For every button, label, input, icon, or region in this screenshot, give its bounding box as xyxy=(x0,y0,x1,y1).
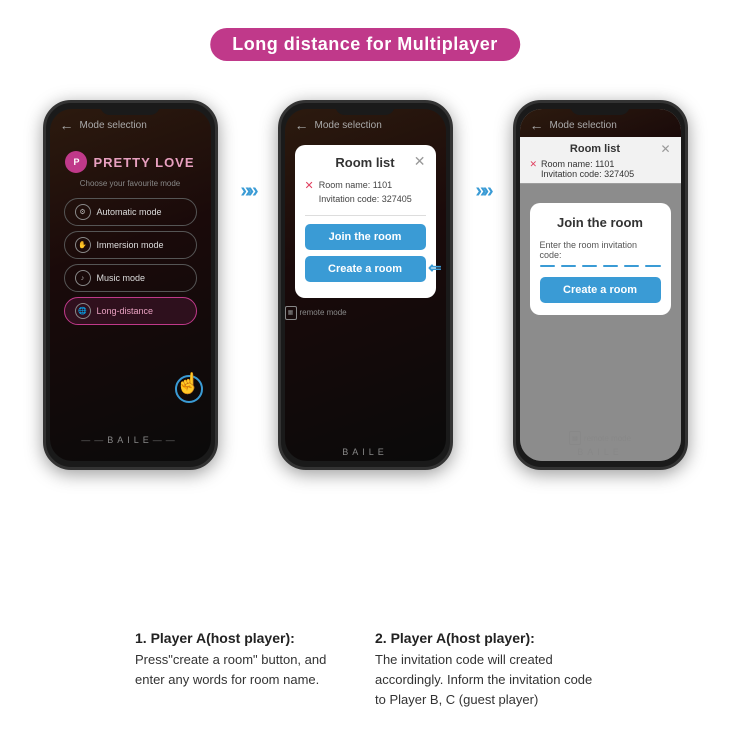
phone2-room-name: Room name: 1101 xyxy=(319,178,412,192)
logo-circle: P xyxy=(65,151,87,173)
immersion-icon: ✋ xyxy=(75,237,91,253)
phone2-x-mark[interactable]: ✕ xyxy=(305,179,314,192)
phone3-modal-title: Room list xyxy=(530,143,661,155)
phone3-screen: ← Mode selection Room list ✕ ✕ Room name… xyxy=(520,109,681,461)
phone3-close-icon[interactable]: ✕ xyxy=(660,142,670,156)
phone1-btn-immersion[interactable]: ✋ Immersion mode xyxy=(64,231,197,259)
phone3-dash4 xyxy=(603,265,618,267)
arrow2-icon: »» xyxy=(475,180,489,203)
phone1-back-icon[interactable]: ← xyxy=(60,117,74,133)
phone2-modal-wrap: Room list ✕ ✕ Room name: 1101 Invitation… xyxy=(285,145,446,298)
phone3-create-btn[interactable]: Create a room xyxy=(540,277,661,303)
phone3-invitation-code: Invitation code: 327405 xyxy=(541,169,634,179)
phone3-dash6 xyxy=(645,265,660,267)
title-text: Long distance for Multiplayer xyxy=(232,34,498,54)
phone2-invitation-code: Invitation code: 327405 xyxy=(319,192,412,206)
logo-text: PRETTY LOVE xyxy=(93,155,194,170)
phone3-dash5 xyxy=(624,265,639,267)
phone2-modal-close[interactable]: ✕ xyxy=(414,153,426,170)
title-banner: Long distance for Multiplayer xyxy=(210,28,520,61)
btn-music-label: Music mode xyxy=(97,273,146,283)
desc-col-2: 2. Player A(host player): The invitation… xyxy=(375,630,595,710)
btn-longdistance-label: Long-distance xyxy=(97,306,154,316)
desc2-text: The invitation code will created accordi… xyxy=(375,650,595,710)
phone3-room-strip: Room list ✕ ✕ Room name: 1101 Invitation… xyxy=(520,137,681,184)
remote-icon: ▦ xyxy=(285,306,297,320)
phone3-remote-label: remote mode xyxy=(584,434,631,443)
phone3-dash1 xyxy=(540,265,555,267)
phone1-btn-music[interactable]: ♪ Music mode xyxy=(64,264,197,292)
phone3-back-icon[interactable]: ← xyxy=(530,117,544,133)
phone3-room-info: Room name: 1101 Invitation code: 327405 xyxy=(541,159,634,179)
descriptions-row: 1. Player A(host player): Press"create a… xyxy=(0,630,730,710)
phone1-btn-longdistance[interactable]: 🌐 Long-distance xyxy=(64,297,197,325)
phone1-mode-selection: Mode selection xyxy=(80,120,147,131)
phone3-dash3 xyxy=(582,265,597,267)
phone1-wrap: ← Mode selection P PRETTY LOVE Choose yo… xyxy=(43,100,218,470)
phone1-notch xyxy=(100,103,160,115)
desc2-number: 2. Player A(host player): xyxy=(375,630,595,646)
phone2-notch xyxy=(335,103,395,115)
phone1-choose-text: Choose your favourite mode xyxy=(50,179,211,188)
phone1-baile: BAILE xyxy=(50,427,211,453)
phone3-room-name: Room name: 1101 xyxy=(541,159,634,169)
phone2-create-wrap: Create a room ⇐ xyxy=(305,256,426,282)
phone2-baile: BAILE xyxy=(285,447,446,457)
phone2-mode-selection: Mode selection xyxy=(315,120,382,131)
phone3-x-mark[interactable]: ✕ xyxy=(530,159,538,170)
phone3-room-info-row: ✕ Room name: 1101 Invitation code: 32740… xyxy=(530,159,671,179)
phone2-remote-label: remote mode xyxy=(300,308,347,317)
music-icon: ♪ xyxy=(75,270,91,286)
phone2-room-item: ✕ Room name: 1101 Invitation code: 32740… xyxy=(305,178,426,207)
phone3-remote-icon: ▦ xyxy=(569,431,581,445)
phone3: ← Mode selection Room list ✕ ✕ Room name… xyxy=(513,100,688,470)
btn-immersion-label: Immersion mode xyxy=(97,240,164,250)
phone3-wrap: ← Mode selection Room list ✕ ✕ Room name… xyxy=(513,100,688,470)
phone3-baile: BAILE xyxy=(520,447,681,457)
phone2-modal-title: Room list xyxy=(305,155,426,170)
phone2-room-info: Room name: 1101 Invitation code: 327405 xyxy=(319,178,412,207)
phone3-join-modal: Join the room Enter the room invitation … xyxy=(530,203,671,315)
phone2-screen: ← Mode selection Room list ✕ ✕ Room name… xyxy=(285,109,446,461)
phone2-remote: ▦ remote mode xyxy=(285,306,446,320)
desc-col-1: 1. Player A(host player): Press"create a… xyxy=(135,630,355,710)
phone3-gray-overlay: Join the room Enter the room invitation … xyxy=(520,183,681,461)
arrow1: »» xyxy=(228,180,268,203)
phone2-back-icon[interactable]: ← xyxy=(295,117,309,133)
phone1-logo: P PRETTY LOVE xyxy=(50,151,211,173)
create-arrow-icon: ⇐ xyxy=(428,258,441,278)
phone2-wrap: ← Mode selection Room list ✕ ✕ Room name… xyxy=(278,100,453,470)
auto-icon: ⚙ xyxy=(75,204,91,220)
desc1-text: Press"create a room" button, and enter a… xyxy=(135,650,355,690)
phone3-remote: ▦ remote mode xyxy=(520,431,681,445)
phone3-input-label: Enter the room invitation code: xyxy=(540,240,661,260)
phone3-modal-header-row: Room list ✕ xyxy=(530,142,671,156)
btn-auto-label: Automatic mode xyxy=(97,207,162,217)
tap-hand-icon: ☝ xyxy=(176,371,201,396)
desc1-number: 1. Player A(host player): xyxy=(135,630,355,646)
phone3-input-dashes xyxy=(540,265,661,267)
phone3-dash2 xyxy=(561,265,576,267)
arrow1-icon: »» xyxy=(240,180,254,203)
phones-row: ← Mode selection P PRETTY LOVE Choose yo… xyxy=(0,100,730,470)
phone2-create-btn[interactable]: Create a room xyxy=(305,256,426,282)
longdistance-icon: 🌐 xyxy=(75,303,91,319)
phone3-mode-selection: Mode selection xyxy=(550,120,617,131)
phone2: ← Mode selection Room list ✕ ✕ Room name… xyxy=(278,100,453,470)
phone1: ← Mode selection P PRETTY LOVE Choose yo… xyxy=(43,100,218,470)
phone1-btn-auto[interactable]: ⚙ Automatic mode xyxy=(64,198,197,226)
phone2-join-btn[interactable]: Join the room xyxy=(305,224,426,250)
phone2-divider xyxy=(305,215,426,216)
phone3-notch xyxy=(570,103,630,115)
arrow2: »» xyxy=(463,180,503,203)
phone2-room-modal: Room list ✕ ✕ Room name: 1101 Invitation… xyxy=(295,145,436,298)
phone1-screen: ← Mode selection P PRETTY LOVE Choose yo… xyxy=(50,109,211,461)
phone3-join-title: Join the room xyxy=(540,215,661,230)
